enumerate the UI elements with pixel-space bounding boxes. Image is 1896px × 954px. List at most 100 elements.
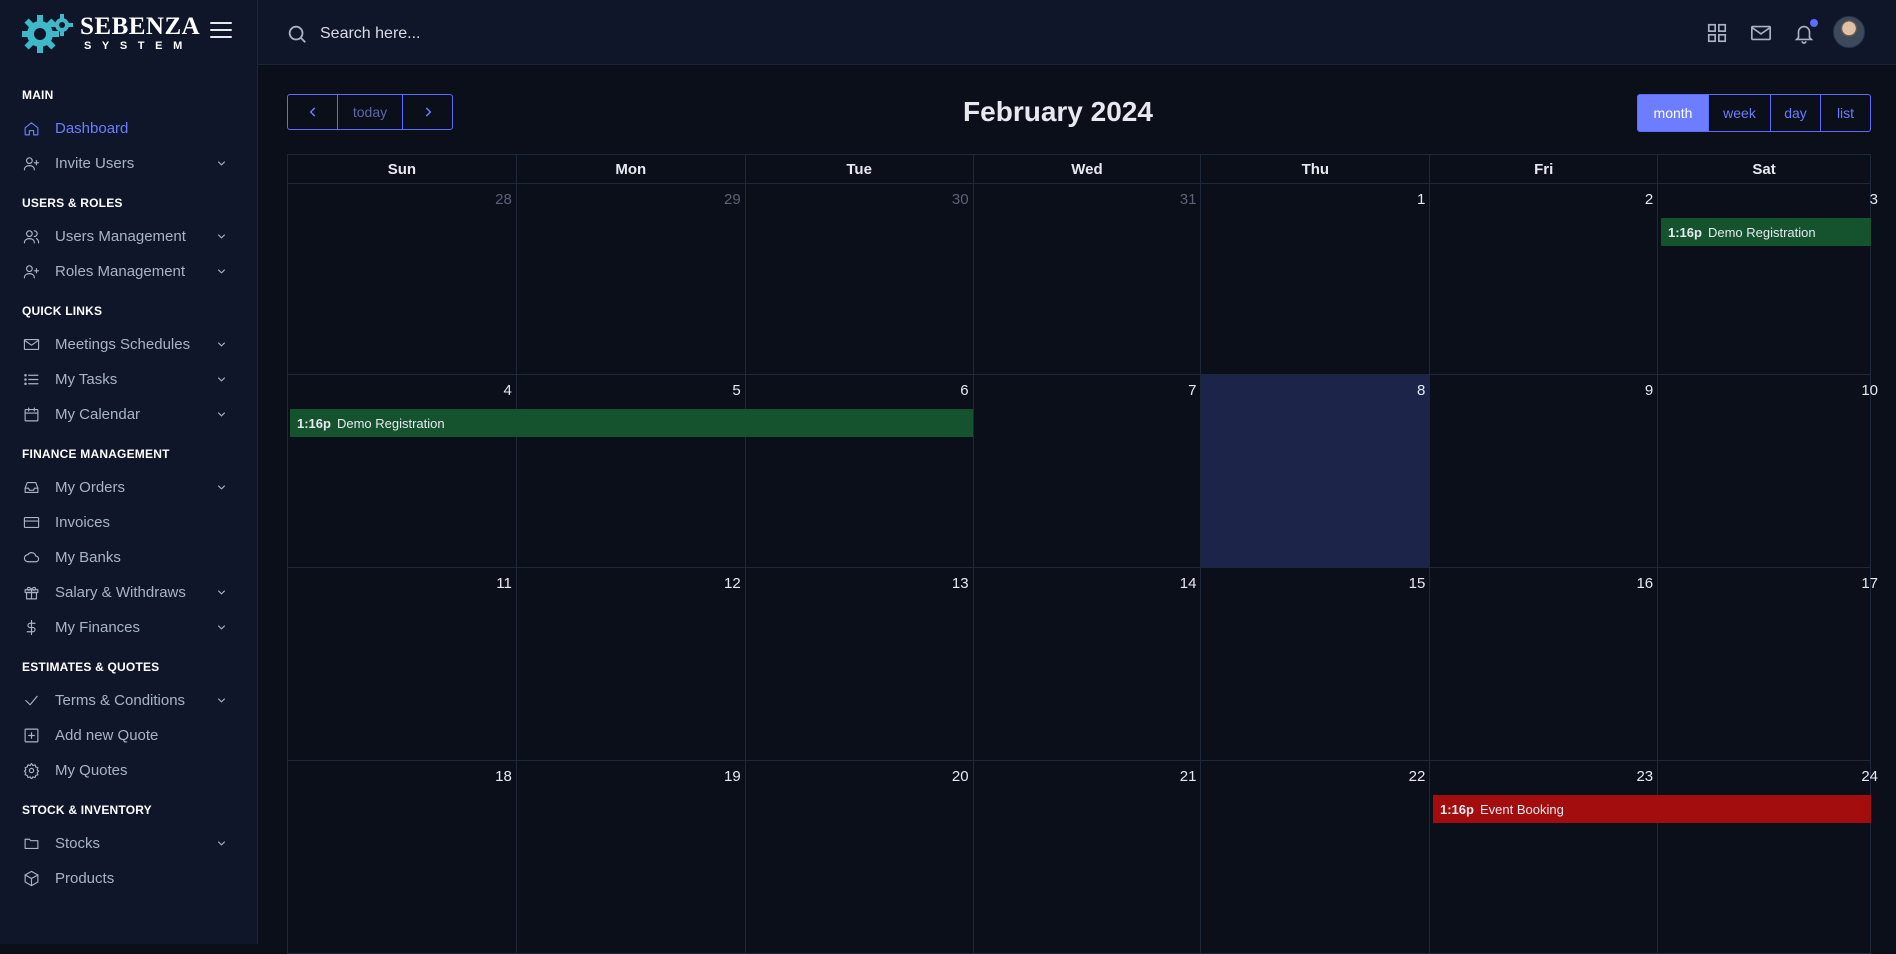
calendar-event[interactable]: 1:16pEvent Booking — [1433, 795, 1871, 823]
day-cell[interactable]: 12 — [517, 568, 746, 760]
sidebar-item-meetings-schedules[interactable]: Meetings Schedules — [0, 327, 257, 362]
day-number[interactable]: 31 — [1180, 191, 1197, 208]
sidebar-item-label: Add new Quote — [55, 727, 158, 744]
search-input[interactable] — [320, 20, 720, 48]
day-number[interactable]: 12 — [724, 575, 741, 592]
sidebar-item-label: Users Management — [55, 228, 186, 245]
view-day-button[interactable]: day — [1771, 94, 1821, 132]
hamburger-menu-icon[interactable] — [210, 22, 232, 42]
day-number[interactable]: 11 — [496, 575, 512, 592]
day-cell[interactable]: 13 — [746, 568, 974, 760]
day-number[interactable]: 14 — [1180, 575, 1197, 592]
sidebar-item-invite-users[interactable]: Invite Users — [0, 146, 257, 181]
day-cell[interactable]: 15 — [1201, 568, 1430, 760]
sidebar-item-my-finances[interactable]: My Finances — [0, 610, 257, 645]
day-number[interactable]: 1 — [1417, 191, 1425, 208]
day-number[interactable]: 5 — [732, 382, 740, 399]
day-number[interactable]: 15 — [1409, 575, 1426, 592]
day-cell[interactable]: 18 — [288, 761, 517, 953]
sidebar-item-users-management[interactable]: Users Management — [0, 219, 257, 254]
day-number[interactable]: 24 — [1861, 768, 1878, 785]
chevron-down-icon — [216, 838, 227, 849]
day-number[interactable]: 13 — [952, 575, 969, 592]
day-cell[interactable]: 3 — [1658, 184, 1871, 374]
prev-button[interactable] — [287, 94, 338, 130]
sidebar-section: QUICK LINKSMeetings SchedulesMy TasksMy … — [0, 304, 257, 432]
day-cell[interactable]: 21 — [974, 761, 1202, 953]
day-cell[interactable]: 29 — [517, 184, 746, 374]
day-cell[interactable]: 9 — [1430, 375, 1658, 567]
search-icon — [286, 23, 308, 45]
sidebar-section-title: FINANCE MANAGEMENT — [0, 447, 257, 461]
day-cell[interactable]: 23 — [1430, 761, 1658, 953]
sidebar-item-my-quotes[interactable]: My Quotes — [0, 753, 257, 788]
day-number[interactable]: 2 — [1645, 191, 1653, 208]
sidebar-item-terms-conditions[interactable]: Terms & Conditions — [0, 683, 257, 718]
avatar[interactable] — [1833, 16, 1865, 48]
sidebar-item-my-tasks[interactable]: My Tasks — [0, 362, 257, 397]
day-cell-today[interactable]: 8 — [1201, 375, 1430, 567]
day-number[interactable]: 30 — [952, 191, 969, 208]
day-cell[interactable]: 19 — [517, 761, 746, 953]
day-number[interactable]: 16 — [1636, 575, 1653, 592]
calendar-event[interactable]: 1:16pDemo Registration — [1661, 218, 1871, 246]
calendar-event[interactable]: 1:16pDemo Registration — [290, 409, 973, 437]
day-cell[interactable]: 6 — [746, 375, 974, 567]
day-cell[interactable]: 7 — [974, 375, 1202, 567]
view-list-button[interactable]: list — [1821, 94, 1871, 132]
day-cell[interactable]: 17 — [1658, 568, 1871, 760]
day-cell[interactable]: 5 — [517, 375, 746, 567]
day-cell[interactable]: 16 — [1430, 568, 1658, 760]
sidebar-item-salary-withdraws[interactable]: Salary & Withdraws — [0, 575, 257, 610]
day-number[interactable]: 8 — [1417, 382, 1425, 399]
day-cell[interactable]: 2 — [1430, 184, 1658, 374]
gear-logo-icon — [22, 10, 78, 56]
view-week-button[interactable]: week — [1709, 94, 1771, 132]
day-number[interactable]: 28 — [495, 191, 512, 208]
day-number[interactable]: 21 — [1180, 768, 1197, 785]
sidebar-item-roles-management[interactable]: Roles Management — [0, 254, 257, 289]
day-number[interactable]: 7 — [1188, 382, 1196, 399]
sidebar-item-label: My Calendar — [55, 406, 140, 423]
sidebar-item-products[interactable]: Products — [0, 861, 257, 896]
day-number[interactable]: 29 — [724, 191, 741, 208]
day-cell[interactable]: 31 — [974, 184, 1202, 374]
sidebar-item-my-banks[interactable]: My Banks — [0, 540, 257, 575]
day-cell[interactable]: 11 — [288, 568, 517, 760]
sidebar-item-stocks[interactable]: Stocks — [0, 826, 257, 861]
day-cell[interactable]: 30 — [746, 184, 974, 374]
day-number[interactable]: 20 — [952, 768, 969, 785]
view-month-button[interactable]: month — [1637, 94, 1709, 132]
day-number[interactable]: 17 — [1861, 575, 1878, 592]
day-cell[interactable]: 22 — [1201, 761, 1430, 953]
gift-icon — [22, 584, 40, 602]
brand-logo[interactable]: SEBENZA SYSTEM — [0, 0, 257, 66]
day-number[interactable]: 3 — [1870, 191, 1878, 208]
day-cell[interactable]: 24 — [1658, 761, 1871, 953]
sidebar-item-add-new-quote[interactable]: Add new Quote — [0, 718, 257, 753]
day-number[interactable]: 6 — [960, 382, 968, 399]
apps-grid-icon[interactable] — [1706, 22, 1728, 44]
day-cell[interactable]: 1 — [1201, 184, 1430, 374]
sidebar-item-my-orders[interactable]: My Orders — [0, 470, 257, 505]
day-number[interactable]: 10 — [1861, 382, 1878, 399]
next-button[interactable] — [402, 94, 453, 130]
sidebar-section: ESTIMATES & QUOTESTerms & ConditionsAdd … — [0, 660, 257, 788]
day-cell[interactable]: 28 — [288, 184, 517, 374]
mail-icon[interactable] — [1750, 22, 1772, 44]
day-number[interactable]: 4 — [504, 382, 512, 399]
sidebar-item-my-calendar[interactable]: My Calendar — [0, 397, 257, 432]
today-button[interactable]: today — [338, 94, 402, 130]
day-number[interactable]: 19 — [724, 768, 741, 785]
day-cell[interactable]: 4 — [288, 375, 517, 567]
day-cell[interactable]: 20 — [746, 761, 974, 953]
day-cell[interactable]: 10 — [1658, 375, 1871, 567]
day-cell[interactable]: 14 — [974, 568, 1202, 760]
day-number[interactable]: 9 — [1645, 382, 1653, 399]
sidebar-item-dashboard[interactable]: Dashboard — [0, 111, 257, 146]
credit-card-icon — [22, 514, 40, 532]
day-number[interactable]: 23 — [1636, 768, 1653, 785]
sidebar-item-invoices[interactable]: Invoices — [0, 505, 257, 540]
day-number[interactable]: 22 — [1409, 768, 1426, 785]
day-number[interactable]: 18 — [495, 768, 512, 785]
